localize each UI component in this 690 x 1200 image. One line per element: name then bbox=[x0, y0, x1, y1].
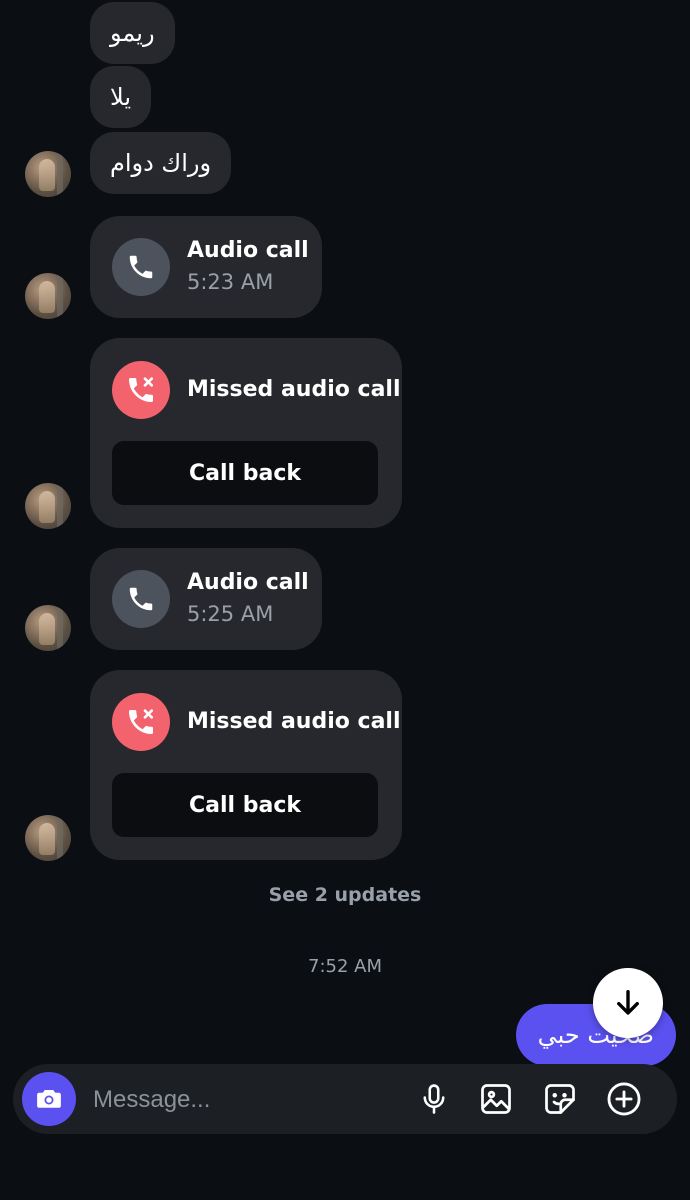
scroll-to-bottom-button[interactable] bbox=[593, 968, 663, 1038]
audio-call-card[interactable]: Audio call 5:23 AM bbox=[90, 216, 322, 318]
call-title: Audio call bbox=[187, 570, 309, 595]
message-input[interactable] bbox=[91, 1074, 395, 1126]
call-title: Missed audio call bbox=[187, 709, 401, 734]
message-bubble[interactable]: وراك دوام bbox=[90, 132, 232, 194]
message-text: ريمو bbox=[110, 19, 155, 47]
camera-button[interactable] bbox=[22, 1072, 76, 1126]
avatar[interactable] bbox=[25, 483, 71, 529]
more-button[interactable] bbox=[604, 1079, 644, 1119]
see-updates-link[interactable]: See 2 updates bbox=[0, 884, 690, 906]
call-title: Missed audio call bbox=[187, 377, 401, 402]
avatar[interactable] bbox=[25, 815, 71, 861]
call-back-button[interactable]: Call back bbox=[112, 441, 378, 505]
message-text: وراك دوام bbox=[110, 149, 212, 177]
gallery-button[interactable] bbox=[476, 1079, 516, 1119]
avatar[interactable] bbox=[25, 151, 71, 197]
timestamp: 7:52 AM bbox=[308, 956, 382, 977]
message-bubble[interactable]: يلا bbox=[90, 66, 151, 128]
sticker-button[interactable] bbox=[540, 1079, 580, 1119]
plus-icon bbox=[607, 1082, 641, 1116]
call-time: 5:23 AM bbox=[187, 270, 274, 294]
missed-call-icon bbox=[112, 693, 170, 751]
message-text: يلا bbox=[110, 83, 131, 111]
camera-icon bbox=[37, 1090, 61, 1108]
avatar[interactable] bbox=[25, 605, 71, 651]
voice-button[interactable] bbox=[414, 1079, 454, 1119]
message-composer bbox=[13, 1064, 677, 1134]
missed-call-card[interactable]: Missed audio call Call back bbox=[90, 338, 402, 528]
message-bubble[interactable]: ريمو bbox=[90, 2, 175, 64]
call-time: 5:25 AM bbox=[187, 602, 274, 626]
gallery-icon bbox=[481, 1084, 511, 1114]
call-title: Audio call bbox=[187, 238, 309, 263]
phone-icon bbox=[112, 238, 170, 296]
missed-call-icon bbox=[112, 361, 170, 419]
microphone-icon bbox=[423, 1084, 445, 1114]
missed-call-card[interactable]: Missed audio call Call back bbox=[90, 670, 402, 860]
phone-icon bbox=[112, 570, 170, 628]
avatar[interactable] bbox=[25, 273, 71, 319]
arrow-down-icon bbox=[617, 989, 639, 1015]
call-back-button[interactable]: Call back bbox=[112, 773, 378, 837]
audio-call-card[interactable]: Audio call 5:25 AM bbox=[90, 548, 322, 650]
sticker-icon bbox=[545, 1084, 575, 1114]
